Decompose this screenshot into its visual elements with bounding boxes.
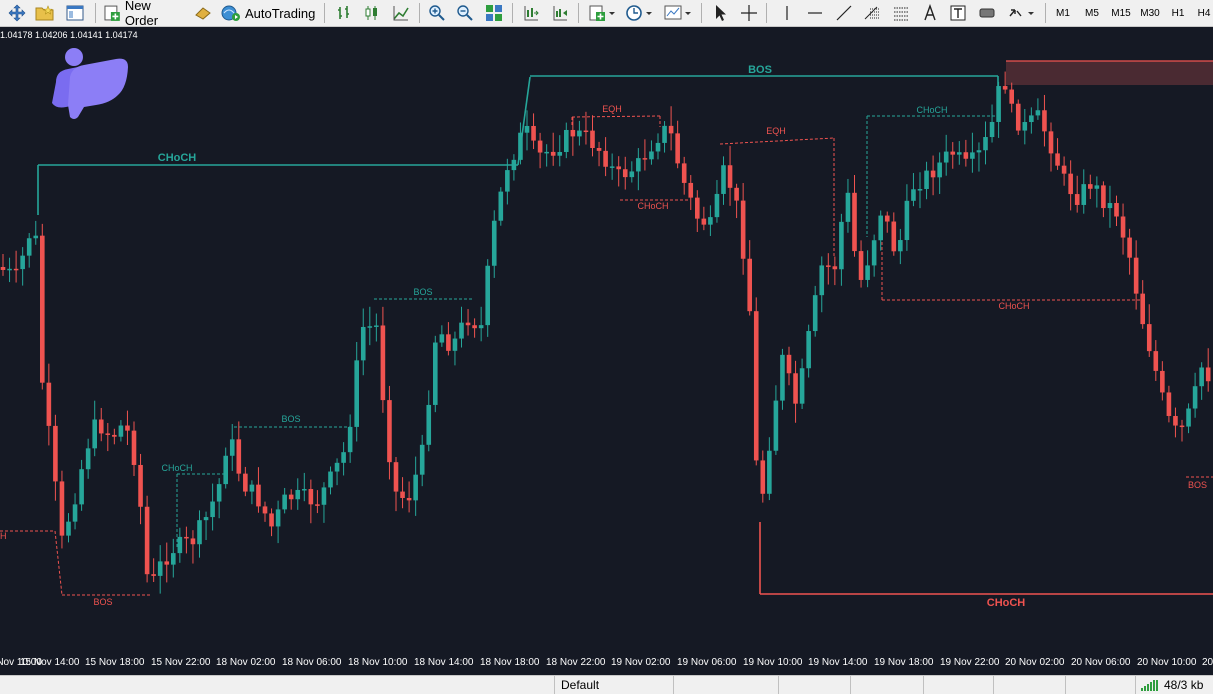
bos-top-label: BOS: [748, 64, 772, 76]
window-icon[interactable]: [64, 3, 86, 23]
choch-red-mid-label: CHoCH: [998, 301, 1029, 311]
time-label: 18 Nov 14:00: [414, 657, 474, 668]
timeframe-h4[interactable]: H4: [1193, 4, 1213, 22]
time-label: 15 Nov 14:00: [20, 657, 80, 668]
cursor-icon[interactable]: [709, 3, 731, 23]
periods-icon[interactable]: [623, 3, 655, 23]
choch-green-small: CHoCH: [161, 463, 226, 547]
crosshair-move-icon[interactable]: [6, 3, 28, 23]
bos-green-mid: BOS: [374, 287, 474, 300]
time-label: 19 Nov 18:00: [874, 657, 934, 668]
line-chart-icon[interactable]: [390, 3, 412, 23]
choch-small-red-1: CHoCH: [620, 199, 688, 211]
time-label: 19 Nov 10:00: [743, 657, 803, 668]
time-label: 18 Nov 06:00: [282, 657, 342, 668]
tile-windows-icon[interactable]: [483, 3, 505, 23]
traffic-counter: 48/3 kb: [1164, 678, 1204, 692]
bos-low-label: BOS: [281, 414, 300, 424]
rectangle-icon[interactable]: [976, 3, 998, 23]
chart-area[interactable]: CHoCH BOS EQH EQH CHoCH CHoCH CHoCH BOS …: [0, 27, 1213, 653]
choch-top-label: CHoCH: [158, 152, 197, 164]
choch-red-right-mid: CHoCH: [881, 227, 1142, 311]
time-label: 19 Nov 02:00: [611, 657, 671, 668]
status-bar: Default 48/3 kb: [0, 675, 1213, 694]
new-order-icon: [104, 5, 120, 21]
choch-small-red-label-1: CHoCH: [637, 201, 668, 211]
svg-text:H: H: [0, 531, 7, 541]
trendline-icon[interactable]: [833, 3, 855, 23]
timeframe-m30[interactable]: M30: [1137, 4, 1163, 22]
choch-top-structure: CHoCH: [37, 152, 518, 215]
eqh-label-2: EQH: [766, 126, 786, 136]
time-label: 19 Nov 22:00: [940, 657, 1000, 668]
bos-red-right-edge: BOS: [1186, 476, 1213, 490]
time-label: 15 Nov 22:00: [151, 657, 211, 668]
choch-green-small-label: CHoCH: [161, 463, 192, 473]
bos-red-bottom-left: BOS H: [0, 530, 152, 607]
bos-green-low: BOS: [234, 414, 350, 428]
time-label: 15 Nov 18:00: [85, 657, 145, 668]
horizontal-line-icon[interactable]: [804, 3, 826, 23]
choch-red-bottom: CHoCH: [759, 522, 1213, 609]
connection-bars-icon: [1141, 680, 1158, 691]
candlesticks: [0, 71, 1211, 594]
candle-chart-icon[interactable]: [361, 3, 383, 23]
autotrading-label: AutoTrading: [245, 5, 316, 21]
choch-green-right-label: CHoCH: [916, 105, 947, 115]
time-label: 20 Nov 06:00: [1071, 657, 1131, 668]
time-label: 20: [1202, 657, 1213, 668]
time-label: 20 Nov 10:00: [1137, 657, 1197, 668]
vertical-line-icon[interactable]: [776, 3, 798, 23]
new-order-button[interactable]: New Order: [103, 0, 187, 28]
autoscroll-icon[interactable]: [549, 3, 571, 23]
broker-logo: [52, 48, 128, 119]
toolbar: New Order AutoTrading M1 M5 M15 M30 H1 H…: [0, 0, 1213, 28]
zoom-in-icon[interactable]: [426, 3, 448, 23]
new-order-label: New Order: [124, 0, 159, 28]
indicators-icon[interactable]: [586, 3, 618, 23]
bos-mid-label: BOS: [413, 287, 432, 297]
text-label-icon[interactable]: [947, 3, 969, 23]
templates-icon[interactable]: [662, 3, 694, 23]
time-label: 18 Nov 22:00: [546, 657, 606, 668]
autotrading-icon: [221, 5, 240, 21]
crosshair-icon[interactable]: [738, 3, 760, 23]
eqh-structure-1: EQH: [571, 104, 661, 127]
timeframe-m15[interactable]: M15: [1108, 4, 1134, 22]
eraser-icon[interactable]: [192, 3, 214, 23]
arrows-icon[interactable]: [1005, 3, 1037, 23]
timeframe-m5[interactable]: M5: [1081, 4, 1103, 22]
time-label: 19 Nov 14:00: [808, 657, 868, 668]
timeframe-h1[interactable]: H1: [1167, 4, 1189, 22]
choch-bottom-label: CHoCH: [987, 597, 1026, 609]
time-label: 18 Nov 02:00: [216, 657, 276, 668]
bos-right-edge-label: BOS: [1188, 480, 1207, 490]
price-chart[interactable]: CHoCH BOS EQH EQH CHoCH CHoCH CHoCH BOS …: [0, 27, 1213, 653]
bar-chart-icon[interactable]: [333, 3, 355, 23]
fibonacci-icon[interactable]: [861, 3, 883, 23]
time-label: 20 Nov 02:00: [1005, 657, 1065, 668]
text-icon[interactable]: [919, 3, 941, 23]
time-label: 18 Nov 18:00: [480, 657, 540, 668]
autotrading-button[interactable]: AutoTrading: [221, 3, 317, 23]
chart-shift-icon[interactable]: [520, 3, 542, 23]
supply-zone: [1006, 61, 1213, 85]
ohlc-readout: 1.04178 1.04206 1.04141 1.04174: [0, 30, 138, 40]
channel-icon[interactable]: [890, 3, 912, 23]
zoom-out-icon[interactable]: [454, 3, 476, 23]
profile-name[interactable]: Default: [561, 678, 599, 692]
folder-star-icon[interactable]: [34, 3, 56, 23]
timeframe-m1[interactable]: M1: [1052, 4, 1074, 22]
eqh-label-1: EQH: [602, 104, 622, 114]
time-axis: 5 Nov 10:00 15 Nov 14:00 15 Nov 18:00 15…: [0, 653, 1213, 675]
bos-bottom-left-label: BOS: [93, 597, 112, 607]
time-label: 19 Nov 06:00: [677, 657, 737, 668]
time-label: 18 Nov 10:00: [348, 657, 408, 668]
